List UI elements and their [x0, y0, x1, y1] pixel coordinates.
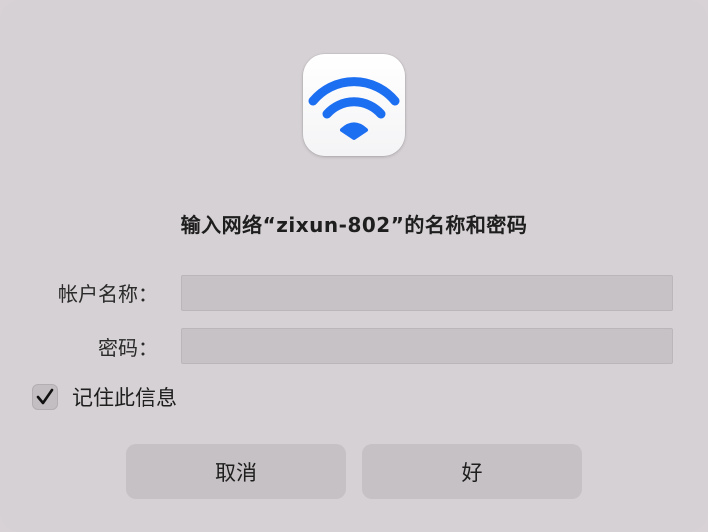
wifi-icon [308, 77, 400, 140]
wifi-password-dialog: 输入网络“zixun-802”的名称和密码 帐户名称： 密码： 记住此信息 取消… [0, 0, 708, 532]
cancel-button[interactable]: 取消 [126, 444, 346, 499]
dialog-title: 输入网络“zixun-802”的名称和密码 [180, 213, 528, 237]
checkmark-icon [36, 388, 54, 405]
account-name-field[interactable] [181, 275, 673, 311]
remember-label: 记住此信息 [72, 386, 177, 410]
account-name-label: 帐户名称： [58, 282, 158, 306]
remember-option[interactable]: 记住此信息 [32, 382, 177, 412]
remember-checkbox[interactable] [32, 384, 58, 410]
password-field[interactable] [181, 328, 673, 364]
ok-button[interactable]: 好 [362, 444, 582, 499]
password-label: 密码： [98, 336, 158, 360]
wifi-app-icon [303, 54, 405, 156]
